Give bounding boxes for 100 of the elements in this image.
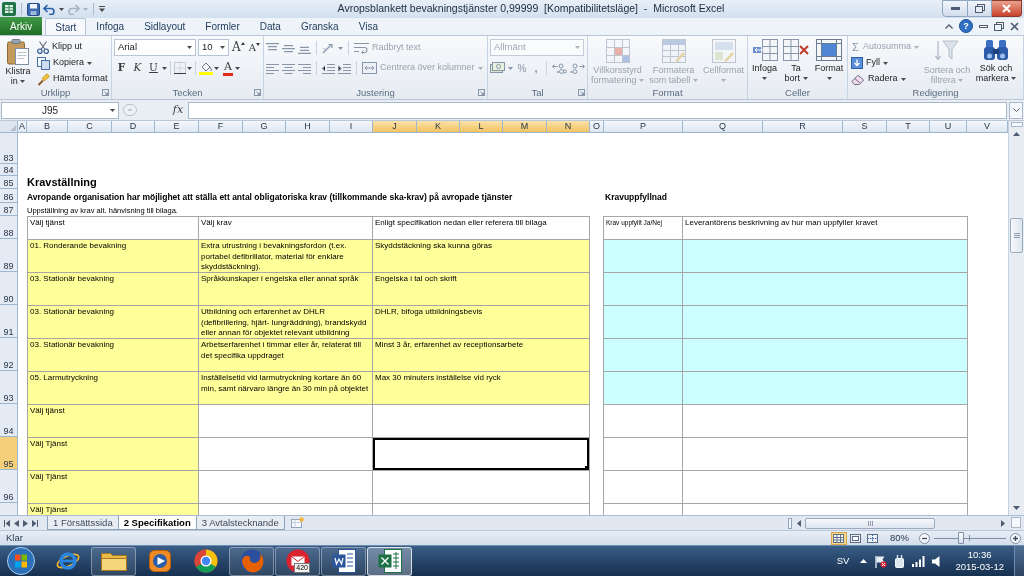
clock-date[interactable]: 2015-03-12 bbox=[955, 561, 1004, 573]
dialog-launcher-icon[interactable] bbox=[254, 89, 261, 96]
format-painter-button[interactable]: Hämta format bbox=[36, 71, 109, 87]
insert-function-button[interactable]: fx bbox=[171, 102, 185, 118]
first-sheet-icon[interactable] bbox=[4, 519, 10, 527]
signal-icon[interactable] bbox=[912, 555, 926, 567]
italic-button[interactable]: K bbox=[130, 60, 145, 76]
speaker-icon[interactable] bbox=[932, 555, 941, 567]
grow-font-button[interactable]: A bbox=[231, 39, 246, 56]
file-tab[interactable]: Arkiv bbox=[0, 17, 43, 35]
border-icon[interactable] bbox=[174, 62, 186, 74]
column-header[interactable]: C bbox=[68, 121, 112, 132]
new-sheet-icon[interactable] bbox=[290, 517, 304, 528]
orientation-icon[interactable] bbox=[322, 42, 335, 54]
row-header[interactable]: 89 bbox=[0, 239, 18, 272]
ribbon-tab[interactable]: Data bbox=[249, 18, 291, 35]
minimize-button[interactable] bbox=[942, 0, 968, 17]
insert-button[interactable]: Infoga bbox=[749, 39, 780, 83]
row-header[interactable]: 92 bbox=[0, 338, 18, 371]
table-cell[interactable] bbox=[683, 372, 968, 405]
table-cell[interactable] bbox=[199, 405, 373, 438]
column-header[interactable]: G bbox=[243, 121, 286, 132]
table-cell[interactable] bbox=[683, 438, 968, 471]
table-cell[interactable] bbox=[604, 273, 683, 306]
decrease-indent-icon[interactable] bbox=[322, 62, 335, 74]
sheet-tab[interactable]: 1 Försättssida bbox=[47, 516, 119, 530]
scrollbar-thumb[interactable] bbox=[805, 517, 935, 529]
align-center-icon[interactable] bbox=[282, 62, 295, 74]
column-header[interactable]: E bbox=[155, 121, 199, 132]
table-cell[interactable] bbox=[373, 471, 590, 504]
table-cell[interactable] bbox=[373, 438, 590, 471]
font-size-field[interactable]: 10 bbox=[198, 39, 229, 56]
formula-bar-grip-icon[interactable] bbox=[123, 104, 137, 116]
header-cell[interactable]: Leverantörens beskrivning av hur man uppfyller kravet bbox=[683, 217, 968, 240]
table-cell[interactable] bbox=[604, 240, 683, 273]
ribbon-tab[interactable]: Granska bbox=[290, 18, 349, 35]
view-button[interactable] bbox=[831, 531, 847, 545]
font-color-button[interactable]: A bbox=[223, 60, 240, 76]
customize-icon[interactable] bbox=[99, 6, 105, 12]
show-hidden-icons[interactable] bbox=[860, 559, 868, 563]
table-cell[interactable]: Engelska i tal och skrift bbox=[373, 273, 590, 306]
table-cell[interactable]: Välj Tjänst bbox=[28, 471, 199, 504]
header-cell[interactable]: Enligt specifikation nedan eller referera till bilaga bbox=[373, 217, 590, 240]
fill-handle[interactable] bbox=[585, 466, 589, 470]
scroll-right-icon[interactable] bbox=[1001, 519, 1005, 527]
row-header[interactable]: 95 bbox=[0, 437, 18, 470]
table-cell[interactable]: Minst 3 år, erfarenhet av receptionsarbete bbox=[373, 339, 590, 372]
zoom-slider[interactable] bbox=[934, 532, 1006, 544]
table-cell[interactable]: Välj Tjänst bbox=[28, 438, 199, 471]
column-header[interactable]: L bbox=[460, 121, 503, 132]
row-header[interactable]: 90 bbox=[0, 272, 18, 305]
row-header[interactable]: 86 bbox=[0, 189, 18, 203]
table-cell[interactable]: Arbetserfarenhet i timmar eller år, relaterat till det specifika uppdraget bbox=[199, 339, 373, 372]
find-select-button[interactable]: Sök och markera bbox=[974, 39, 1018, 83]
split-box[interactable] bbox=[1010, 122, 1023, 127]
view-button[interactable] bbox=[848, 531, 864, 545]
row-header[interactable]: 93 bbox=[0, 371, 18, 404]
ribbon-collapse-icon[interactable] bbox=[945, 23, 953, 29]
column-header[interactable]: R bbox=[763, 121, 843, 132]
dialog-launcher-icon[interactable] bbox=[102, 89, 109, 96]
select-all-button[interactable] bbox=[0, 121, 18, 132]
table-cell[interactable]: Språkkunskaper i engelska eller annat språk bbox=[199, 273, 373, 306]
row-header[interactable]: 85 bbox=[0, 176, 18, 189]
view-button[interactable] bbox=[865, 531, 881, 545]
last-sheet-icon[interactable] bbox=[32, 519, 38, 527]
scrollbar-thumb[interactable] bbox=[1010, 218, 1023, 253]
power-icon[interactable] bbox=[894, 554, 906, 568]
clear-button[interactable]: Radera bbox=[850, 71, 920, 87]
table-cell[interactable]: 03. Stationär bevakning bbox=[28, 339, 199, 372]
zoom-level[interactable]: 80% bbox=[890, 530, 909, 546]
column-header[interactable]: Q bbox=[683, 121, 763, 132]
row-header[interactable]: 88 bbox=[0, 216, 18, 239]
table-cell[interactable] bbox=[604, 372, 683, 405]
shrink-font-button[interactable]: A bbox=[247, 39, 261, 56]
format-button[interactable]: Format bbox=[812, 39, 846, 83]
fill-color-icon[interactable] bbox=[199, 61, 213, 75]
table-cell[interactable] bbox=[683, 471, 968, 504]
dialog-launcher-icon[interactable] bbox=[578, 89, 585, 96]
table-cell[interactable] bbox=[683, 306, 968, 339]
table-cell[interactable]: 03. Stationär bevakning bbox=[28, 273, 199, 306]
table-cell[interactable]: Utbildning och erfarenhet av DHLR (defibrillering, hjärt- lungräddning), brandskydd eller annan för objektet relevant utbildning bbox=[199, 306, 373, 339]
column-header[interactable]: O bbox=[590, 121, 604, 132]
table-cell[interactable] bbox=[373, 405, 590, 438]
copy-button[interactable]: Kopiera bbox=[36, 55, 109, 71]
maximize-button[interactable] bbox=[968, 0, 992, 17]
table-cell[interactable]: 03. Stationär bevakning bbox=[28, 306, 199, 339]
table-cell[interactable]: 01. Ronderande bevakning bbox=[28, 240, 199, 273]
currency-icon[interactable] bbox=[490, 62, 505, 74]
ribbon-tab[interactable]: Infoga bbox=[86, 18, 135, 35]
save-icon[interactable] bbox=[27, 2, 40, 16]
table-cell[interactable] bbox=[604, 405, 683, 438]
spreadsheet-logo-icon[interactable] bbox=[2, 2, 16, 16]
taskbar-button[interactable] bbox=[91, 546, 136, 576]
dialog-launcher-icon[interactable] bbox=[478, 89, 485, 96]
font-name-field[interactable]: Arial bbox=[114, 39, 196, 56]
table-cell[interactable] bbox=[604, 306, 683, 339]
column-header[interactable]: F bbox=[199, 121, 243, 132]
taskbar-button[interactable] bbox=[321, 546, 366, 576]
table-cell[interactable] bbox=[683, 339, 968, 372]
next-sheet-icon[interactable] bbox=[23, 519, 28, 527]
